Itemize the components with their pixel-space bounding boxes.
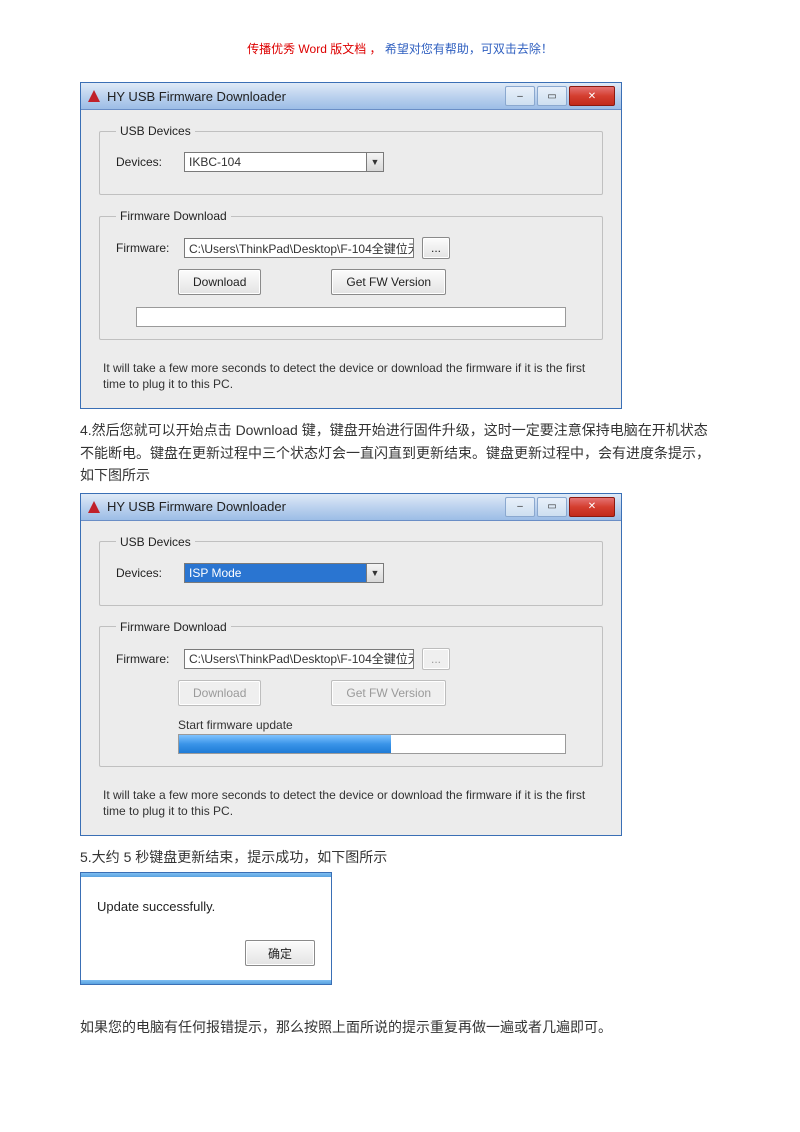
window-title: HY USB Firmware Downloader: [107, 89, 503, 104]
maximize-button[interactable]: ▭: [537, 86, 567, 106]
close-icon: ✕: [588, 91, 596, 102]
devices-label: Devices:: [116, 566, 176, 580]
dialog-bottom-stripe: [81, 980, 331, 984]
devices-value: ISP Mode: [184, 563, 366, 583]
titlebar[interactable]: HY USB Firmware Downloader – ▭ ✕: [81, 494, 621, 521]
minimize-icon: –: [517, 91, 523, 102]
status-text: Start firmware update: [178, 718, 586, 732]
app-icon: [87, 500, 101, 514]
paragraph-6: 如果您的电脑有任何报错提示，那么按照上面所说的提示重复再做一遍或者几遍即可。: [80, 1016, 720, 1038]
window-buttons: – ▭ ✕: [503, 497, 615, 517]
minimize-button[interactable]: –: [505, 86, 535, 106]
firmware-window-2: HY USB Firmware Downloader – ▭ ✕ USB Dev…: [80, 493, 622, 836]
window-title: HY USB Firmware Downloader: [107, 499, 503, 514]
progress-bar: [178, 734, 566, 754]
firmware-download-legend: Firmware Download: [116, 209, 231, 223]
window-body: USB Devices Devices: IKBC-104 ▼ Firmware…: [81, 110, 621, 408]
firmware-download-group: Firmware Download Firmware: C:\Users\Thi…: [99, 620, 603, 767]
devices-combo[interactable]: ISP Mode ▼: [184, 563, 384, 583]
firmware-window-1: HY USB Firmware Downloader – ▭ ✕ USB Dev…: [80, 82, 622, 409]
success-dialog: Update successfully. 确定: [80, 872, 332, 985]
minimize-button[interactable]: –: [505, 497, 535, 517]
document-header: 传播优秀 Word 版文档 ， 希望对您有帮助，可双击去除！: [80, 40, 720, 57]
download-button[interactable]: Download: [178, 269, 261, 295]
dialog-message: Update successfully.: [97, 899, 315, 914]
usb-devices-legend: USB Devices: [116, 124, 195, 138]
close-icon: ✕: [588, 501, 596, 512]
titlebar[interactable]: HY USB Firmware Downloader – ▭ ✕: [81, 83, 621, 110]
usb-devices-group: USB Devices Devices: IKBC-104 ▼: [99, 124, 603, 195]
maximize-button[interactable]: ▭: [537, 497, 567, 517]
maximize-icon: ▭: [547, 501, 556, 512]
window-body: USB Devices Devices: ISP Mode ▼ Firmware…: [81, 521, 621, 835]
firmware-download-legend: Firmware Download: [116, 620, 231, 634]
usb-devices-group: USB Devices Devices: ISP Mode ▼: [99, 535, 603, 606]
dialog-body: Update successfully. 确定: [81, 877, 331, 980]
dropdown-arrow-icon[interactable]: ▼: [366, 152, 384, 172]
app-icon: [87, 89, 101, 103]
close-button[interactable]: ✕: [569, 497, 615, 517]
devices-label: Devices:: [116, 155, 176, 169]
devices-combo[interactable]: IKBC-104 ▼: [184, 152, 384, 172]
get-fw-version-button: Get FW Version: [331, 680, 446, 706]
browse-button[interactable]: ...: [422, 237, 450, 259]
paragraph-4: 4.然后您就可以开始点击 Download 键，键盘开始进行固件升级，这时一定要…: [80, 419, 720, 486]
dropdown-arrow-icon[interactable]: ▼: [366, 563, 384, 583]
ok-button[interactable]: 确定: [245, 940, 315, 966]
download-button: Download: [178, 680, 261, 706]
firmware-path-input[interactable]: C:\Users\ThinkPad\Desktop\F-104全键位无: [184, 238, 414, 258]
get-fw-version-button[interactable]: Get FW Version: [331, 269, 446, 295]
window-buttons: – ▭ ✕: [503, 86, 615, 106]
maximize-icon: ▭: [547, 91, 556, 102]
firmware-label: Firmware:: [116, 652, 176, 666]
devices-value: IKBC-104: [184, 152, 366, 172]
header-red: 传播优秀 Word 版文档 ，: [247, 42, 381, 56]
dialog-actions: 确定: [97, 940, 315, 966]
firmware-label: Firmware:: [116, 241, 176, 255]
paragraph-5: 5.大约 5 秒键盘更新结束，提示成功，如下图所示: [80, 846, 720, 868]
header-blue: 希望对您有帮助，可双击去除！: [385, 42, 553, 56]
minimize-icon: –: [517, 501, 523, 512]
usb-devices-legend: USB Devices: [116, 535, 195, 549]
browse-button: ...: [422, 648, 450, 670]
close-button[interactable]: ✕: [569, 86, 615, 106]
progress-bar: [136, 307, 566, 327]
info-text: It will take a few more seconds to detec…: [99, 781, 603, 825]
firmware-path-input[interactable]: C:\Users\ThinkPad\Desktop\F-104全键位无: [184, 649, 414, 669]
progress-fill: [179, 735, 391, 753]
firmware-download-group: Firmware Download Firmware: C:\Users\Thi…: [99, 209, 603, 340]
info-text: It will take a few more seconds to detec…: [99, 354, 603, 398]
